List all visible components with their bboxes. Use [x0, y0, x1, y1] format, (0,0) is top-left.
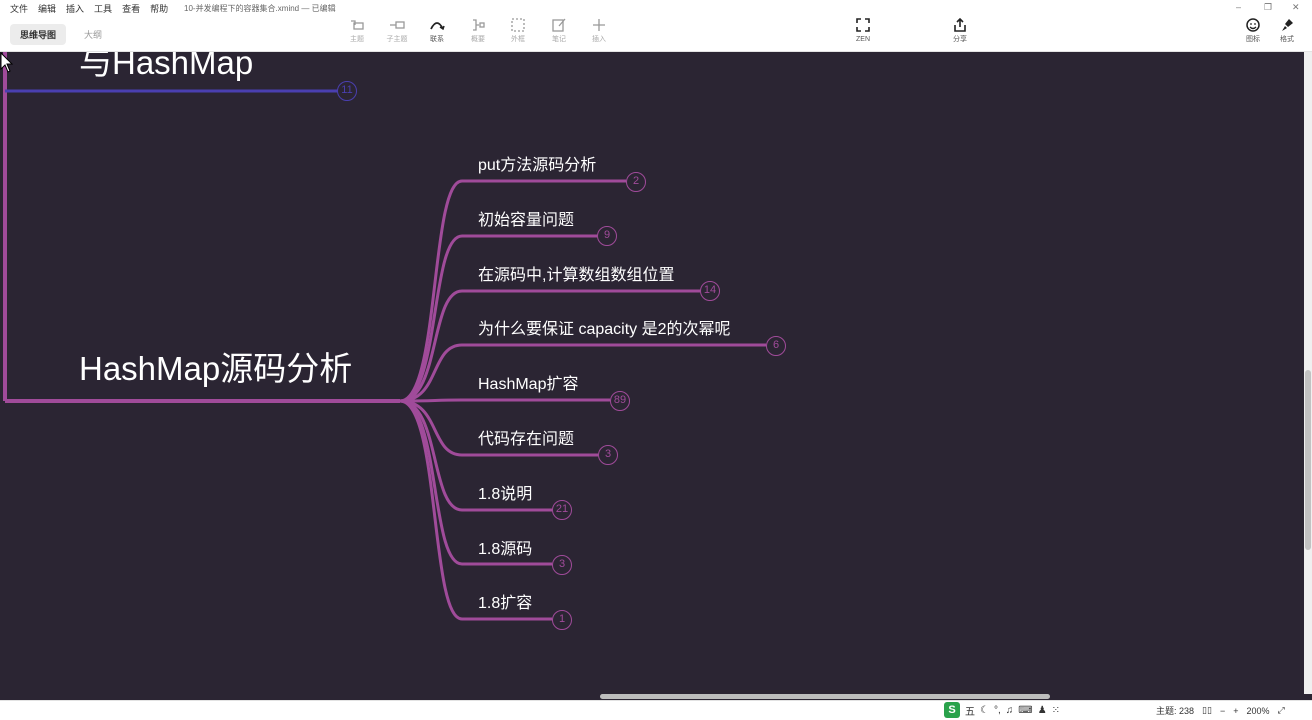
- subtopic-1-8-resize[interactable]: 1.8扩容: [478, 589, 532, 613]
- topic-button[interactable]: 主题: [337, 14, 377, 44]
- vertical-scroll-thumb[interactable]: [1305, 370, 1311, 550]
- menu-tools[interactable]: 工具: [94, 2, 112, 15]
- menu-view[interactable]: 查看: [122, 2, 140, 15]
- subtopic-badge[interactable]: 6: [766, 336, 786, 356]
- subtopic-badge[interactable]: 89: [610, 391, 630, 411]
- grid-icon[interactable]: ⁙: [1052, 705, 1060, 716]
- zen-label: ZEN: [856, 36, 870, 43]
- boundary-icon: [498, 14, 538, 36]
- status-right: 主题: 238 ▯▯ − + 200% ⤢: [1156, 704, 1285, 717]
- subtopic-hashmap-resize[interactable]: HashMap扩容: [478, 370, 578, 394]
- subtopic-badge[interactable]: 3: [598, 445, 618, 465]
- view-tabs: 思维导图 大纲: [10, 24, 112, 45]
- share-icon: [940, 14, 980, 36]
- share-label: 分享: [953, 36, 967, 43]
- subtopic-icon: [377, 14, 417, 36]
- restore-icon[interactable]: ❐: [1264, 2, 1272, 13]
- vertical-scrollbar[interactable]: [1304, 52, 1312, 694]
- subtopic-1-8-source[interactable]: 1.8源码: [478, 535, 532, 559]
- format-panel-button[interactable]: 格式: [1267, 14, 1307, 44]
- mindmap-canvas[interactable]: 与HashMap 11 HashMap源码分析 put方法源码分析 2 初始容量…: [0, 52, 1304, 694]
- note-label: 笔记: [552, 36, 566, 43]
- fullscreen-icon: [843, 14, 883, 36]
- topic-icon: [337, 14, 377, 36]
- subtopic-button[interactable]: 子主题: [377, 14, 417, 44]
- subtopic-label: 子主题: [386, 36, 408, 43]
- top-toolbar: 文件 编辑 插入 工具 查看 帮助 10-并发编程下的容器集合.xmind — …: [0, 0, 1312, 52]
- mouse-cursor-icon: [0, 52, 14, 73]
- subtopic-capacity-power-of-two[interactable]: 为什么要保证 capacity 是2的次幂呢: [478, 315, 731, 339]
- share-button[interactable]: 分享: [940, 14, 980, 44]
- subtopic-badge[interactable]: 21: [552, 500, 572, 520]
- tab-mindmap[interactable]: 思维导图: [10, 24, 67, 45]
- topic-label: 主题: [350, 36, 364, 43]
- menu-bar: 文件 编辑 插入 工具 查看 帮助: [10, 2, 168, 15]
- subtopic-badge[interactable]: 9: [597, 226, 617, 246]
- ime-mode[interactable]: 五: [965, 703, 975, 718]
- zoom-level[interactable]: 200%: [1246, 706, 1269, 716]
- relationship-icon: [417, 14, 457, 36]
- menu-insert[interactable]: 插入: [66, 2, 84, 15]
- keyboard-icon[interactable]: ⌨: [1018, 705, 1032, 716]
- zoom-in-icon[interactable]: +: [1233, 706, 1238, 716]
- horizontal-scroll-thumb[interactable]: [600, 694, 1050, 699]
- subtopic-badge[interactable]: 2: [626, 172, 646, 192]
- menu-help[interactable]: 帮助: [150, 2, 168, 15]
- menu-file[interactable]: 文件: [10, 2, 28, 15]
- summary-button[interactable]: 概要: [458, 14, 498, 44]
- ime-toolbar: S 五 ☾ °, ♫ ⌨ ♟ ⁙: [944, 702, 1060, 718]
- insert-button[interactable]: 插入: [579, 14, 619, 44]
- subtopic-badge[interactable]: 3: [552, 555, 572, 575]
- moon-icon[interactable]: ☾: [980, 705, 989, 716]
- subtopic-array-position[interactable]: 在源码中,计算数组数组位置: [478, 261, 674, 285]
- plus-icon: [579, 14, 619, 36]
- subtopic-badge[interactable]: 1: [552, 610, 572, 630]
- previous-topic-title[interactable]: 与HashMap: [79, 52, 253, 84]
- subtopic-badge[interactable]: 14: [700, 281, 720, 301]
- sogou-ime-icon[interactable]: S: [944, 702, 960, 718]
- topic-count: 主题: 238: [1156, 706, 1195, 716]
- summary-label: 概要: [471, 36, 485, 43]
- subtopic-connector: [399, 343, 766, 403]
- mic-icon[interactable]: ♫: [1006, 705, 1014, 716]
- minimize-icon[interactable]: –: [1236, 2, 1241, 12]
- insert-label: 插入: [592, 36, 606, 43]
- note-icon: [539, 14, 579, 36]
- tab-outline[interactable]: 大纲: [74, 24, 112, 45]
- subtopic-1-8-notes[interactable]: 1.8说明: [478, 480, 532, 504]
- main-topic[interactable]: HashMap源码分析: [79, 342, 352, 390]
- document-title: 10-并发编程下的容器集合.xmind — 已编辑: [184, 4, 336, 13]
- previous-topic-badge[interactable]: 11: [337, 81, 357, 101]
- summary-icon: [458, 14, 498, 36]
- note-button[interactable]: 笔记: [539, 14, 579, 44]
- fit-screen-icon[interactable]: ⤢: [1278, 705, 1285, 716]
- brush-icon: [1267, 14, 1307, 36]
- zoom-out-icon[interactable]: −: [1220, 706, 1225, 716]
- status-bar: S 五 ☾ °, ♫ ⌨ ♟ ⁙ 主题: 238 ▯▯ − + 200% ⤢: [0, 700, 1312, 720]
- boundary-label: 外框: [511, 36, 525, 43]
- format-panel-label: 格式: [1280, 36, 1294, 43]
- close-icon[interactable]: ✕: [1292, 2, 1300, 13]
- menu-edit[interactable]: 编辑: [38, 2, 56, 15]
- subtopic-initial-capacity[interactable]: 初始容量问题: [478, 206, 574, 230]
- boundary-button[interactable]: 外框: [498, 14, 538, 44]
- subtopic-code-problem[interactable]: 代码存在问题: [478, 425, 574, 449]
- zen-button[interactable]: ZEN: [843, 14, 883, 44]
- subtopic-connector: [399, 398, 610, 403]
- relationship-button[interactable]: 联系: [417, 14, 457, 44]
- book-icon[interactable]: ▯▯: [1202, 705, 1212, 716]
- subtopic-put-method[interactable]: put方法源码分析: [478, 151, 596, 175]
- user-icon[interactable]: ♟: [1038, 705, 1047, 716]
- punctuation-icon[interactable]: °,: [994, 705, 1001, 716]
- relationship-label: 联系: [430, 36, 444, 43]
